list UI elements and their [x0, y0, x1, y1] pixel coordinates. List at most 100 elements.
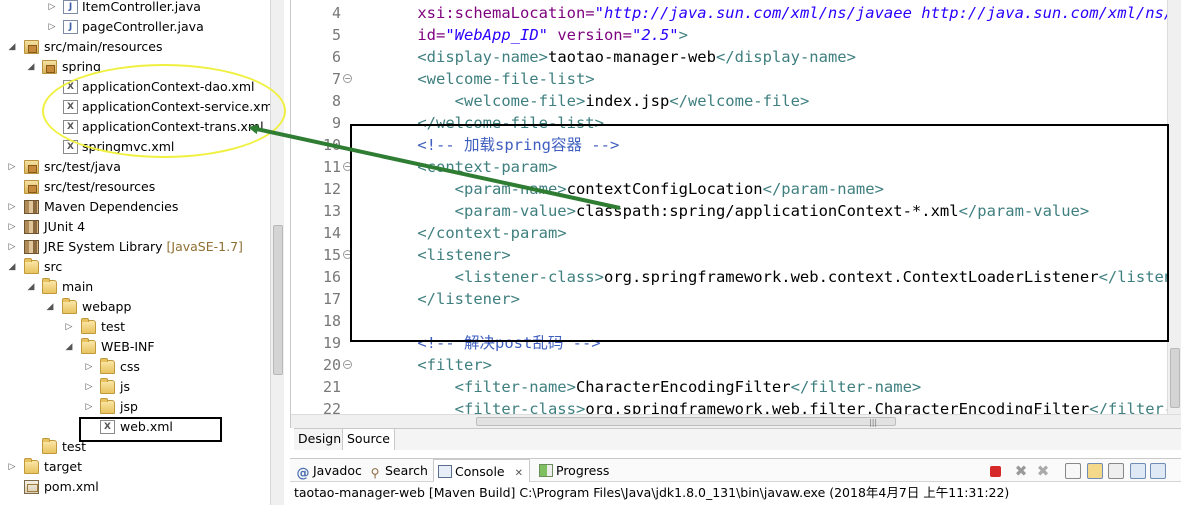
line-number: 8 — [331, 92, 341, 110]
expanded-arrow-icon[interactable]: ◢ — [63, 337, 75, 357]
terminate-icon[interactable] — [990, 466, 1001, 477]
code-token: </display-name> — [715, 48, 856, 66]
folder-icon — [100, 398, 115, 414]
close-icon[interactable]: ✕ — [515, 468, 523, 479]
code-token: id= — [380, 26, 446, 44]
tab-design[interactable]: Design — [294, 429, 347, 450]
code-token: <filter-name> — [380, 378, 576, 396]
yellow-highlight-ellipse — [42, 64, 286, 158]
collapsed-arrow-icon[interactable]: ▷ — [83, 397, 95, 417]
expanded-arrow-icon[interactable]: ◢ — [6, 257, 18, 277]
code-token: <filter> — [380, 356, 492, 374]
tree-item-label: css — [120, 359, 140, 374]
line-number-gutter: 4 5 6 7−8 9 10 11−12 13 14 15−16 17 18 19 20−21 22 — [305, 0, 352, 418]
console-output: taotao-manager-web [Maven Build] C:\Prog… — [290, 482, 1181, 505]
folder-icon — [100, 358, 115, 374]
tab-source[interactable]: Source — [342, 429, 395, 450]
tab-progress[interactable]: Progress — [535, 459, 613, 482]
remove-launch-icon[interactable]: ✖ — [1013, 463, 1029, 479]
code-line[interactable]: xsi:schemaLocation="http://java.sun.com/… — [380, 2, 1173, 24]
folder-icon — [81, 338, 96, 354]
code-line[interactable]: <welcome-file-list> — [380, 68, 595, 90]
folder-icon — [81, 318, 96, 334]
tab-search[interactable]: ⚲ Search — [364, 459, 432, 482]
word-wrap-icon[interactable] — [1108, 463, 1124, 479]
collapsed-arrow-icon[interactable]: ▷ — [63, 317, 75, 337]
clear-console-icon[interactable] — [1065, 463, 1081, 479]
code-token: <welcome-file> — [380, 92, 586, 110]
line-number: 20 — [322, 356, 341, 374]
tab-javadoc[interactable]: @ Javadoc — [292, 459, 366, 482]
collapsed-arrow-icon[interactable]: ▷ — [6, 197, 18, 217]
tab-console-label: Console — [455, 464, 505, 479]
annotation-ruler — [291, 0, 305, 414]
collapsed-arrow-icon[interactable]: ▷ — [6, 237, 18, 257]
code-token: version= — [547, 26, 632, 44]
code-line[interactable]: id="WebApp_ID" version="2.5"> — [380, 24, 688, 46]
tree-vertical-scrollbar[interactable] — [270, 0, 284, 505]
show-on-error-icon[interactable] — [1150, 463, 1166, 479]
code-token: org.springframework.web.filter.Character… — [585, 400, 1090, 414]
tree-scrollbar-thumb[interactable] — [273, 225, 283, 375]
editor-hscroll-thumb[interactable]: ||| — [476, 417, 896, 427]
collapsed-arrow-icon[interactable]: ▷ — [46, 17, 58, 37]
tree-item-label: src — [44, 259, 63, 274]
java-file-icon: J — [63, 20, 78, 34]
collapsed-arrow-icon[interactable]: ▷ — [6, 217, 18, 237]
collapsed-arrow-icon[interactable]: ▷ — [83, 377, 95, 397]
tree-item-label: jsp — [120, 399, 138, 414]
tree-item-label: js — [120, 379, 130, 394]
collapsed-arrow-icon[interactable]: ▷ — [46, 0, 58, 17]
code-token: <welcome-file-list> — [380, 70, 595, 88]
expanded-arrow-icon[interactable]: ◢ — [6, 37, 18, 57]
editor-vscroll-thumb[interactable] — [1170, 348, 1180, 408]
tree-item-label: pageController.java — [82, 19, 204, 34]
tab-console[interactable]: Console ✕ — [433, 459, 530, 482]
fold-toggle-icon[interactable]: − — [343, 360, 352, 369]
remove-all-icon[interactable]: ✖ — [1035, 463, 1051, 479]
source-folder-icon — [24, 160, 39, 174]
code-token: "2.5" — [631, 26, 679, 44]
search-icon: ⚲ — [370, 466, 380, 480]
progress-icon — [539, 464, 553, 477]
folder-icon — [42, 438, 57, 454]
line-number: 18 — [322, 312, 341, 330]
code-line[interactable]: <filter-class>org.springframework.web.fi… — [380, 398, 1181, 414]
tree-item-label: ItemController.java — [82, 0, 201, 14]
line-number: 10 — [322, 136, 341, 154]
code-line[interactable]: <filter> — [380, 354, 492, 376]
expanded-arrow-icon[interactable]: ◢ — [44, 297, 56, 317]
editor-vertical-scrollbar[interactable] — [1167, 0, 1181, 414]
code-token: </welcome-file> — [669, 92, 810, 110]
line-number: 17 — [322, 290, 341, 308]
tree-item-label: target — [44, 459, 83, 474]
folder-icon — [24, 458, 39, 474]
show-on-output-icon[interactable] — [1130, 463, 1146, 479]
line-number: 15 — [322, 246, 341, 264]
editor-horizontal-scrollbar[interactable]: ||| — [291, 414, 1181, 428]
code-line[interactable]: <display-name>taotao-manager-web</displa… — [380, 46, 856, 68]
highlight-box-web-xml — [79, 417, 222, 442]
fold-toggle-icon[interactable]: − — [343, 74, 352, 83]
expanded-arrow-icon[interactable]: ◢ — [25, 57, 37, 77]
line-number: 16 — [322, 268, 341, 286]
scroll-lock-icon[interactable] — [1087, 463, 1103, 479]
collapsed-arrow-icon[interactable]: ▷ — [83, 357, 95, 377]
code-line[interactable]: <filter-name>CharacterEncodingFilter</fi… — [380, 376, 922, 398]
line-number: 14 — [322, 224, 341, 242]
code-token: </filter-name> — [790, 378, 922, 396]
code-line[interactable]: <welcome-file>index.jsp</welcome-file> — [380, 90, 810, 112]
collapsed-arrow-icon[interactable]: ▷ — [6, 157, 18, 177]
expanded-arrow-icon[interactable]: ◢ — [25, 277, 37, 297]
folder-icon — [24, 258, 39, 274]
code-token: taotao-manager-web — [547, 48, 716, 66]
line-number: 12 — [322, 180, 341, 198]
code-token: > — [678, 26, 688, 44]
line-number: 7 — [331, 70, 341, 88]
library-icon — [24, 200, 39, 214]
tree-item-label: main — [62, 279, 94, 294]
folder-icon — [100, 378, 115, 394]
collapsed-arrow-icon[interactable]: ▷ — [6, 457, 18, 477]
code-token: <filter-class> — [380, 400, 586, 414]
console-view-tabbar: @ Javadoc ⚲ Search Console ✕ Progress ✖ ✖ — [290, 458, 1181, 482]
